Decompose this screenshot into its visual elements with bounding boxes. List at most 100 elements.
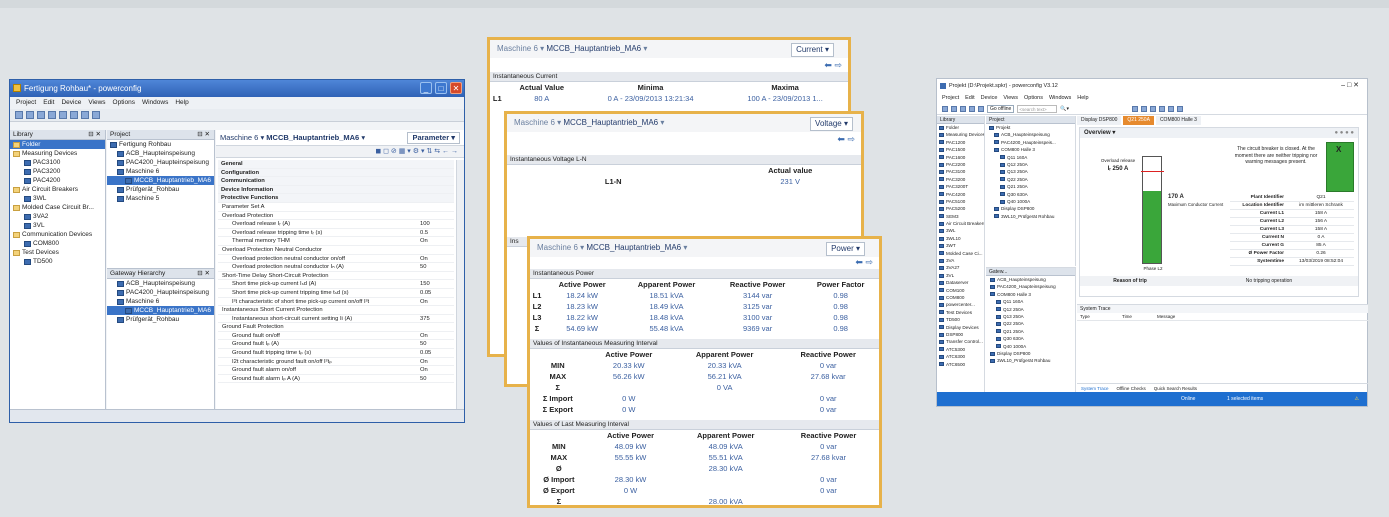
menu-item[interactable]: Project bbox=[942, 93, 959, 104]
parameter-row[interactable]: Overload Protection bbox=[218, 212, 454, 221]
parameter-row[interactable]: Overload Protection Neutral Conductor bbox=[218, 246, 454, 255]
current-view-select[interactable]: Current ▾ bbox=[791, 43, 834, 57]
tree-item[interactable]: Q21 250A bbox=[986, 183, 1075, 190]
minimize-button[interactable]: _ bbox=[420, 82, 432, 94]
tree-item[interactable]: 3VA bbox=[937, 257, 984, 264]
parameter-row[interactable]: Ground Fault Protection bbox=[218, 323, 454, 332]
tree-item[interactable]: PAC3200T bbox=[937, 183, 984, 190]
parameter-value[interactable]: On bbox=[420, 332, 454, 340]
overview-controls-icon[interactable]: ● ● ● ● bbox=[1335, 128, 1355, 138]
breadcrumb-parent[interactable]: Maschine 6 bbox=[514, 118, 555, 127]
parameter-value[interactable] bbox=[420, 212, 454, 220]
tree-item[interactable]: ATC6300 bbox=[937, 353, 984, 360]
tree-item[interactable]: COM800 Halle 3 bbox=[986, 146, 1075, 153]
redo-icon[interactable] bbox=[81, 111, 89, 119]
search-input[interactable]: <search text> bbox=[1017, 105, 1058, 113]
tree-item[interactable]: ATC5300 bbox=[937, 346, 984, 353]
maximize-button[interactable]: □ bbox=[435, 82, 447, 94]
breadcrumb-parent[interactable]: Maschine 6 bbox=[497, 44, 538, 53]
breadcrumb-device[interactable]: MCCB_Hauptantrieb_MA6 bbox=[563, 118, 658, 127]
view-select[interactable]: Parameter ▾ bbox=[407, 132, 460, 144]
tree-item[interactable]: TD500 bbox=[10, 257, 105, 266]
tree-item[interactable]: ATC6500 bbox=[937, 361, 984, 368]
tab-com800[interactable]: COM800 Halle 3 bbox=[1155, 116, 1201, 125]
parameter-row[interactable]: Overload release tripping time tᵣ (s) 0.5 bbox=[218, 229, 454, 238]
go-offline-button[interactable]: Go offline bbox=[987, 105, 1015, 113]
parameter-value[interactable]: On bbox=[420, 237, 454, 245]
tab-display[interactable]: Display DSP800 bbox=[1077, 116, 1122, 125]
parameter-value[interactable]: 100 bbox=[420, 220, 454, 228]
parameter-row[interactable]: Overload release Iᵣ (A) 100 bbox=[218, 220, 454, 229]
parameter-row[interactable]: Ground fault alarm on/off On bbox=[218, 366, 454, 375]
parameter-value[interactable] bbox=[420, 169, 454, 177]
tree-item[interactable]: PAC2200 bbox=[937, 161, 984, 168]
breadcrumb-device[interactable]: MCCB_Hauptantrieb_MA6 bbox=[266, 133, 359, 142]
breadcrumb-parent[interactable]: Maschine 6 bbox=[537, 243, 578, 252]
tree-item[interactable]: ACB_Haupteinspeisung bbox=[107, 149, 214, 158]
tab-system-trace[interactable]: System Trace bbox=[1081, 384, 1109, 392]
parameter-row[interactable]: I²t characteristic of short time pick-up… bbox=[218, 298, 454, 307]
tree-item[interactable]: PAC5200 bbox=[937, 205, 984, 212]
tree-item[interactable]: Projekt bbox=[986, 124, 1075, 131]
tree-item[interactable]: Maschine 6 bbox=[107, 297, 214, 306]
tree-item[interactable]: Measuring Devices bbox=[937, 131, 984, 138]
parameter-row[interactable]: Instantaneous short-circuit current sett… bbox=[218, 315, 454, 324]
tree-item[interactable]: PAC3200 bbox=[937, 176, 984, 183]
parameter-row[interactable]: Ground fault Iₚ (A) 50 bbox=[218, 340, 454, 350]
tree-item[interactable]: ACB_Haupteinspeisung bbox=[107, 279, 214, 288]
tree-item[interactable]: Q13 250A bbox=[986, 168, 1075, 175]
menu-item[interactable]: Windows bbox=[142, 97, 168, 109]
tree-item[interactable]: Air Circuit Breakers bbox=[937, 220, 984, 227]
menu-item[interactable]: Views bbox=[88, 97, 105, 109]
tree-item[interactable]: Q12 250A bbox=[986, 306, 1075, 313]
tree-item[interactable]: SEM3 bbox=[937, 213, 984, 220]
tree-item[interactable]: PAC4200 bbox=[10, 176, 105, 185]
parameter-row[interactable]: Device Information bbox=[218, 185, 454, 195]
window-controls-icon[interactable]: – □ ✕ bbox=[1341, 79, 1359, 93]
tree-item[interactable]: Prüfgerät_Rohbau bbox=[107, 315, 214, 324]
parameter-value[interactable]: 50 bbox=[420, 375, 454, 383]
pane-controls-icon[interactable]: ⊟ ✕ bbox=[197, 269, 210, 279]
menu-item[interactable]: Help bbox=[175, 97, 188, 109]
tree-item[interactable]: COM100 bbox=[937, 287, 984, 294]
warning-icon[interactable]: ⚠ bbox=[1355, 392, 1359, 406]
parameter-row[interactable]: Parameter Set A bbox=[218, 203, 454, 212]
tree-item[interactable]: TD500 bbox=[937, 316, 984, 323]
tree-item[interactable]: Q40 1000A bbox=[986, 343, 1075, 350]
pane-controls-icon[interactable]: ⊟ ✕ bbox=[88, 130, 101, 140]
tree-item[interactable]: PAC1600 bbox=[937, 154, 984, 161]
parameter-row[interactable]: Thermal memory THM On bbox=[218, 237, 454, 246]
parameter-row[interactable]: Ground fault on/off On bbox=[218, 332, 454, 341]
breadcrumb-device[interactable]: MCCB_Hauptantrieb_MA6 bbox=[586, 243, 681, 252]
parameter-value[interactable]: 0.05 bbox=[420, 289, 454, 297]
tree-item[interactable]: 3WL10_Prüfgerät Rohbau bbox=[986, 213, 1075, 220]
tree-item[interactable]: Prüfgerät_Rohbau bbox=[107, 185, 214, 194]
tree-item[interactable]: Measuring Devices bbox=[10, 149, 105, 158]
tree-item[interactable]: 3WT bbox=[937, 242, 984, 249]
parameter-row[interactable]: Short time pick-up current tripping time… bbox=[218, 289, 454, 298]
tree-item[interactable]: Folder bbox=[10, 140, 105, 149]
parameter-value[interactable]: 375 bbox=[420, 315, 454, 323]
nav-arrows-icon[interactable]: ⬅ ⇨ bbox=[855, 257, 873, 268]
parameter-value[interactable]: On bbox=[420, 255, 454, 263]
tree-item[interactable]: Q30 630A bbox=[986, 191, 1075, 198]
tree-item[interactable]: Q22 250A bbox=[986, 320, 1075, 327]
parameter-row[interactable]: Short-Time Delay Short-Circuit Protectio… bbox=[218, 272, 454, 281]
tree-item[interactable]: MCCB_Hauptantrieb_MA6 bbox=[107, 306, 214, 315]
tree-item[interactable]: PAC3100 bbox=[937, 168, 984, 175]
tree-item[interactable]: Communication Devices bbox=[10, 230, 105, 239]
tree-item[interactable]: PAC4200_Haupteinspeisung bbox=[107, 158, 214, 167]
tool-icon[interactable] bbox=[1141, 106, 1148, 112]
parameter-value[interactable] bbox=[420, 194, 454, 202]
parameter-row[interactable]: Configuration bbox=[218, 168, 454, 178]
nav-arrows-icon[interactable]: ⬅ ⇨ bbox=[837, 134, 855, 145]
tree-item[interactable]: Q11 160A bbox=[986, 154, 1075, 161]
parameter-value[interactable] bbox=[420, 306, 454, 314]
pane-controls-icon[interactable]: ⊟ ✕ bbox=[197, 130, 210, 140]
tree-item[interactable]: DSP800 bbox=[937, 331, 984, 338]
menu-item[interactable]: Views bbox=[1003, 93, 1018, 104]
search-icon[interactable]: 🔍▾ bbox=[1060, 106, 1069, 112]
parameter-value[interactable]: 150 bbox=[420, 280, 454, 288]
tree-item[interactable]: PAC4200_Haupteinspeisung bbox=[107, 288, 214, 297]
menu-item[interactable]: Windows bbox=[1049, 93, 1071, 104]
